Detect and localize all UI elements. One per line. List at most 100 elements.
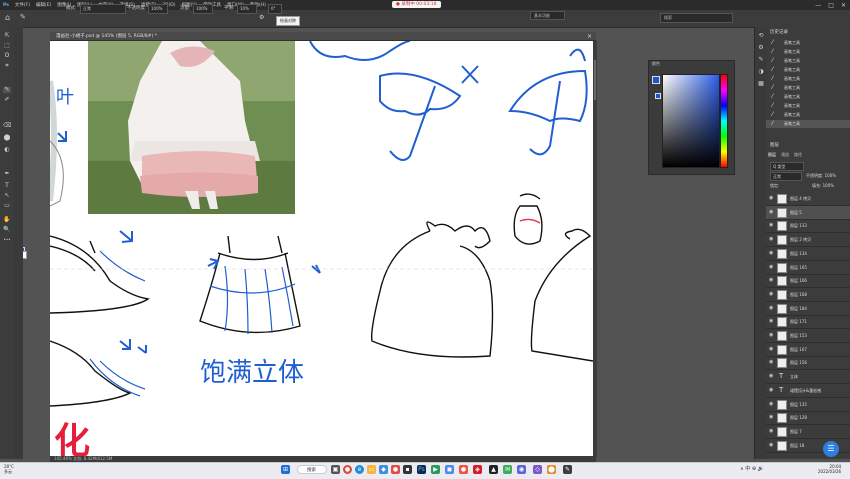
photoshop-icon[interactable]: Ps: [417, 465, 426, 474]
eye-icon[interactable]: ◉: [769, 387, 773, 393]
document-close-icon[interactable]: ×: [587, 32, 592, 41]
eye-icon[interactable]: ◉: [769, 209, 773, 215]
recording-badge[interactable]: ● 录制中 00:03:18: [392, 1, 441, 8]
app-icon-13[interactable]: ✎: [563, 465, 572, 474]
history-item[interactable]: ⁄ 画笔工具: [766, 48, 850, 56]
weather-widget[interactable]: 28°C 多云: [4, 464, 14, 474]
brush-tool-icon[interactable]: ✎: [3, 87, 11, 93]
eye-icon[interactable]: ◉: [769, 305, 773, 311]
app-icon-12[interactable]: ⬤: [547, 465, 556, 474]
layer-row[interactable]: ◉ 图层 4 拷贝: [766, 192, 850, 206]
eye-icon[interactable]: ◉: [769, 319, 773, 324]
tab-layers[interactable]: 图层: [768, 152, 776, 158]
tab-paths[interactable]: 路径: [794, 152, 802, 158]
eye-icon[interactable]: ◉: [769, 415, 773, 420]
app-icon-10[interactable]: ◉: [517, 465, 526, 474]
app-icon-11[interactable]: ◇: [533, 465, 542, 474]
opacity-field[interactable]: 100%: [148, 4, 168, 14]
eye-icon[interactable]: ◉: [769, 237, 773, 242]
eye-icon[interactable]: ◉: [769, 333, 773, 338]
eye-icon[interactable]: ◉: [769, 278, 773, 283]
move-tool-icon[interactable]: ⇱: [3, 33, 11, 39]
layer-row[interactable]: ◉ 图层 168: [766, 288, 850, 302]
picker-background-swatch[interactable]: [655, 93, 661, 99]
pen-tool-icon[interactable]: ✒: [3, 171, 11, 177]
layer-row[interactable]: ◉ T 裙摆设计&蓬松感: [766, 384, 850, 398]
eye-icon[interactable]: ◉: [769, 374, 773, 379]
app-icon-6[interactable]: ●: [459, 465, 468, 474]
hue-slider[interactable]: [720, 74, 728, 168]
eye-icon[interactable]: ◉: [769, 264, 773, 270]
search-input[interactable]: 搜索: [660, 13, 733, 23]
saturation-value-field[interactable]: [662, 74, 720, 168]
angle-field[interactable]: 0°: [268, 4, 282, 14]
maximize-icon[interactable]: □: [828, 2, 834, 9]
layer-filter-select[interactable]: Q 类型: [770, 162, 804, 171]
system-tray[interactable]: ∧ 中 ⊕ 🔊: [740, 465, 764, 472]
fill-tool-icon[interactable]: ⬤: [3, 135, 11, 141]
brush-preset-icon[interactable]: ✎: [20, 13, 26, 21]
crop-tool-icon[interactable]: ⌗: [3, 63, 11, 69]
app-icon-2[interactable]: ●: [391, 465, 400, 474]
history-item[interactable]: ⁄ 画笔工具: [766, 120, 850, 128]
layer-row[interactable]: ◉ 图层 7: [766, 425, 850, 439]
layer-row[interactable]: ◉ 图层 135: [766, 398, 850, 412]
eye-icon[interactable]: ◉: [769, 291, 773, 297]
layer-row[interactable]: ◉ 图层 133: [766, 219, 850, 234]
app-icon-3[interactable]: ▪: [403, 465, 412, 474]
eye-icon[interactable]: ◉: [769, 196, 773, 201]
lasso-tool-icon[interactable]: ʘ: [3, 53, 11, 59]
eye-icon[interactable]: ◉: [769, 223, 773, 228]
canvas-vertical-scrollbar[interactable]: [593, 41, 597, 457]
eraser-tool-icon[interactable]: ⌫: [3, 123, 11, 129]
app-icon-5[interactable]: ◼: [445, 465, 454, 474]
layer-row[interactable]: ◉ 图层 167: [766, 343, 850, 357]
app-icon-9[interactable]: ✉: [503, 465, 512, 474]
layer-row[interactable]: ◉ T 立体: [766, 370, 850, 385]
layer-row[interactable]: ◉ 图层 2 拷贝: [766, 233, 850, 248]
scrollbar-thumb[interactable]: [594, 60, 596, 100]
task-view-icon[interactable]: ▣: [331, 465, 340, 474]
more-tools-icon[interactable]: •••: [3, 237, 11, 243]
layer-row[interactable]: ◉ 图层 5: [766, 205, 850, 220]
history-panel-icon[interactable]: ⟲: [757, 33, 765, 39]
minimize-icon[interactable]: —: [815, 2, 821, 9]
layer-row[interactable]: ◉ 图层 153: [766, 329, 850, 343]
history-item[interactable]: ⁄ 画笔工具: [766, 39, 850, 47]
layer-row[interactable]: ◉ 图层 128: [766, 411, 850, 426]
app-icon-1[interactable]: ◆: [379, 465, 388, 474]
layer-row[interactable]: ◉ 图层 156: [766, 356, 850, 371]
eye-icon[interactable]: ◉: [769, 360, 773, 365]
gear-icon[interactable]: ⚙: [259, 14, 264, 21]
layer-row[interactable]: ◉ 图层 184: [766, 302, 850, 316]
layer-row[interactable]: ◉ 图层 171: [766, 315, 850, 330]
app-icon-8[interactable]: ▲: [489, 465, 498, 474]
history-item[interactable]: ⁄ 画笔工具: [766, 93, 850, 101]
home-icon[interactable]: ⌂: [5, 13, 10, 22]
history-item[interactable]: ⁄ 画笔工具: [766, 75, 850, 83]
brush-panel-icon[interactable]: ✎: [757, 57, 765, 63]
start-icon[interactable]: ⊞: [281, 465, 290, 474]
properties-panel-icon[interactable]: ⚙: [757, 45, 765, 51]
history-item[interactable]: ⁄ 画笔工具: [766, 111, 850, 119]
adjust-panel-icon[interactable]: ◑: [757, 69, 765, 75]
eye-icon[interactable]: ◉: [769, 346, 773, 352]
swatches-panel-icon[interactable]: ▦: [757, 81, 765, 87]
eye-icon[interactable]: ◉: [769, 428, 773, 434]
chat-icon[interactable]: ☰: [823, 441, 839, 457]
clock[interactable]: 20:04 2022/03/26: [818, 464, 841, 474]
eye-icon[interactable]: ◉: [769, 250, 773, 256]
drawing-canvas[interactable]: 叶 饱满立体 化: [50, 41, 593, 457]
document-tab[interactable]: 漫画社-小裙子.psd @ 145% (图层 5, RGB/8#) *: [50, 32, 596, 41]
history-item[interactable]: ⁄ 画笔工具: [766, 102, 850, 110]
smooth-field[interactable]: 10%: [237, 4, 257, 14]
ps-logo[interactable]: Ps: [0, 3, 12, 8]
taskbar-search[interactable]: 搜索: [297, 465, 327, 474]
eye-icon[interactable]: ◉: [769, 401, 773, 407]
explorer-icon[interactable]: ▭: [367, 465, 376, 474]
marquee-tool-icon[interactable]: ⬚: [3, 43, 11, 49]
layer-row[interactable]: ◉ 图层 165: [766, 261, 850, 275]
history-item[interactable]: ⁄ 画笔工具: [766, 84, 850, 92]
app-icon-4[interactable]: ▶: [431, 465, 440, 474]
hand-tool-icon[interactable]: ✋: [3, 217, 11, 223]
